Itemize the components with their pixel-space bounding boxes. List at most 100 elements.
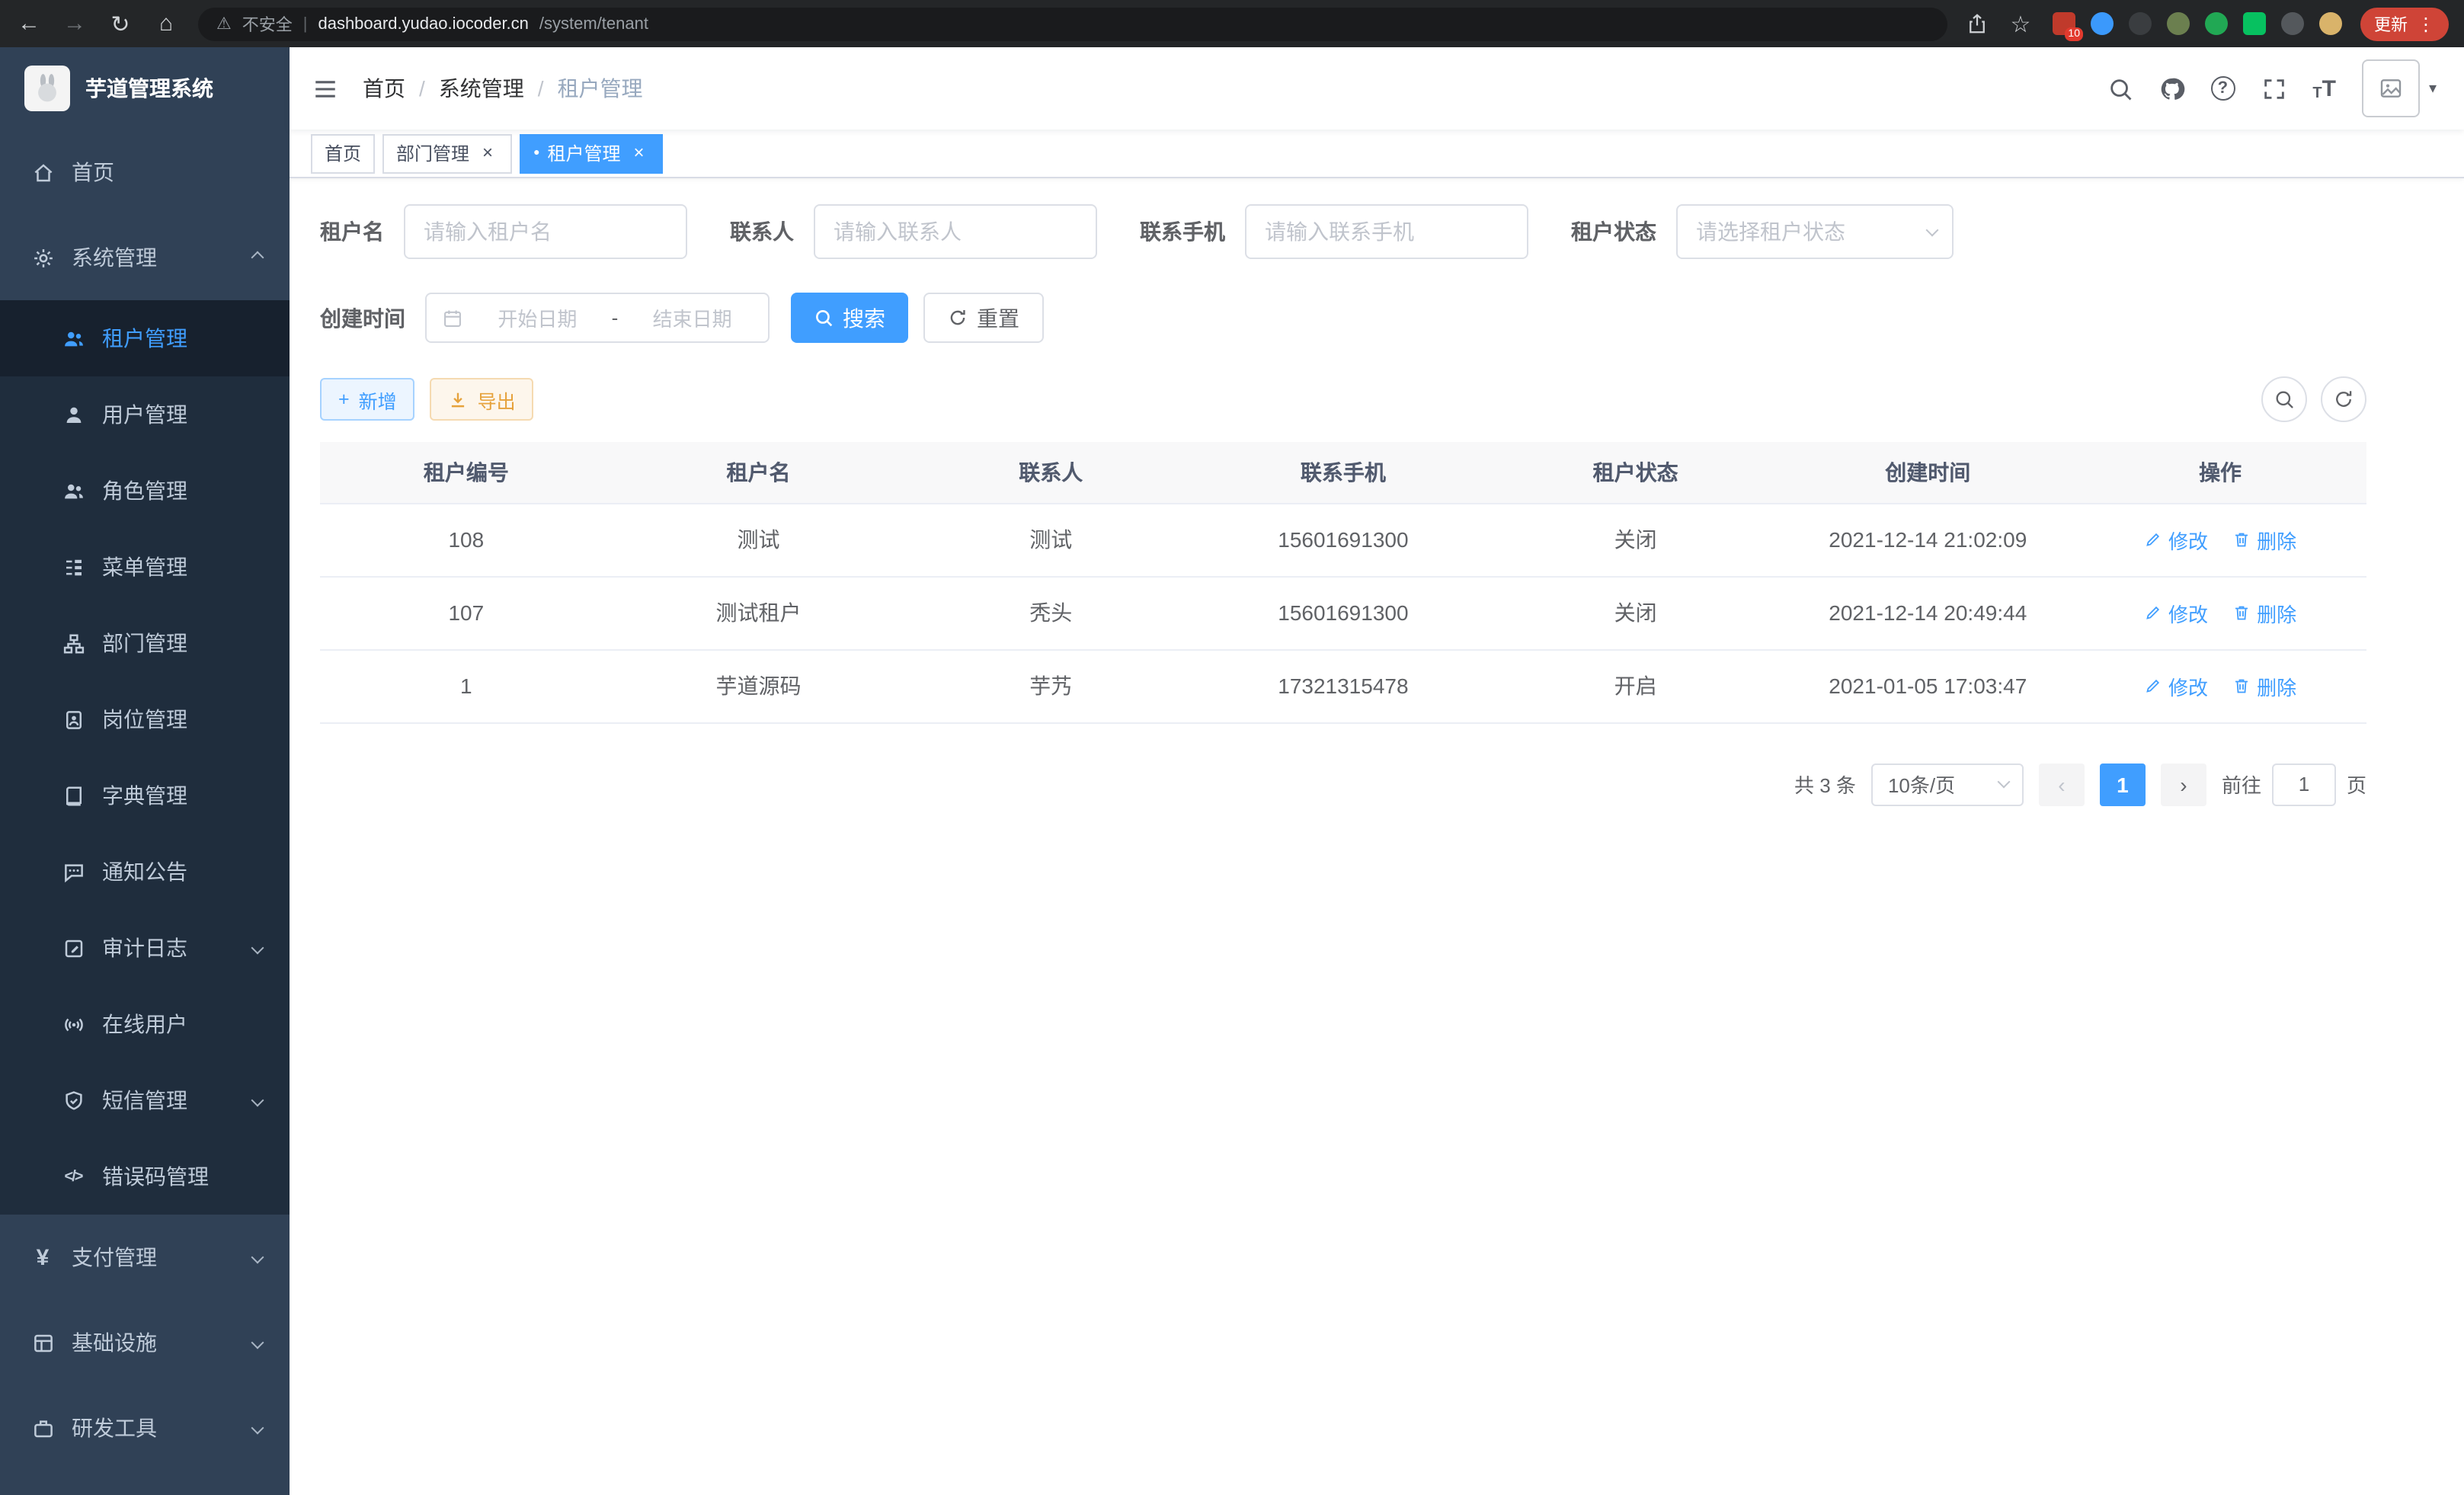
- page-size-select[interactable]: 10条/页: [1871, 763, 2024, 805]
- header-actions: ? TT ▾: [2107, 59, 2437, 117]
- contact-input[interactable]: [814, 204, 1097, 259]
- font-size-icon[interactable]: TT: [2312, 75, 2336, 101]
- user-menu[interactable]: ▾: [2362, 59, 2437, 117]
- github-icon[interactable]: [2158, 75, 2184, 101]
- edit-button[interactable]: 修改: [2144, 671, 2208, 700]
- app-logo[interactable]: 芋道管理系统: [0, 47, 290, 130]
- caret-down-icon: ▾: [2429, 80, 2437, 97]
- tab-home[interactable]: 首页: [311, 133, 375, 173]
- extension-icon-2[interactable]: [2091, 12, 2114, 35]
- profile-avatar[interactable]: [2319, 12, 2342, 35]
- sidebar-item-role-mgmt[interactable]: 角色管理: [0, 453, 290, 529]
- search-button[interactable]: 搜索: [791, 293, 908, 343]
- export-button[interactable]: 导出: [430, 378, 534, 421]
- add-button[interactable]: + 新增: [320, 378, 415, 421]
- edit-button[interactable]: 修改: [2144, 525, 2208, 554]
- sidebar-item-tenant-mgmt[interactable]: 租户管理: [0, 300, 290, 376]
- kebab-menu-icon[interactable]: ⋮: [2417, 13, 2435, 34]
- close-tab-icon[interactable]: ×: [477, 142, 498, 164]
- goto-page-input[interactable]: [2272, 763, 2336, 805]
- sidebar-item-sms-mgmt[interactable]: 短信管理: [0, 1062, 290, 1138]
- filter-form-row-1: 租户名 联系人 联系手机 租户状态 请选择租户状态: [320, 204, 2366, 259]
- sidebar-item-online-users[interactable]: 在线用户: [0, 986, 290, 1062]
- tools-icon: [30, 1416, 55, 1440]
- book-icon: [61, 783, 85, 808]
- fullscreen-icon[interactable]: [2261, 75, 2286, 101]
- rabbit-icon: [30, 72, 64, 105]
- forward-button[interactable]: →: [61, 11, 88, 37]
- delete-button[interactable]: 删除: [2232, 671, 2296, 700]
- status-select[interactable]: 请选择租户状态: [1676, 204, 1954, 259]
- toggle-search-button[interactable]: [2261, 376, 2307, 422]
- cell-status: 关闭: [1490, 503, 1782, 576]
- address-bar[interactable]: ⚠ 不安全 | dashboard.yudao.iocoder.cn/syste…: [198, 7, 1947, 40]
- tab-label: 部门管理: [396, 140, 469, 166]
- update-button[interactable]: 更新 ⋮: [2360, 7, 2449, 40]
- chevron-up-icon: [251, 251, 264, 264]
- sidebar-item-menu-mgmt[interactable]: 菜单管理: [0, 529, 290, 605]
- search-icon: [814, 308, 834, 328]
- search-button-label: 搜索: [843, 303, 885, 333]
- refresh-icon: [948, 308, 968, 328]
- sidebar-item-post-mgmt[interactable]: 岗位管理: [0, 681, 290, 757]
- reset-button[interactable]: 重置: [923, 293, 1044, 343]
- hamburger-icon[interactable]: [312, 75, 338, 101]
- download-icon: [449, 389, 469, 409]
- sidebar-item-system-mgmt[interactable]: 系统管理: [0, 215, 290, 300]
- back-button[interactable]: ←: [15, 11, 43, 37]
- prev-page-button[interactable]: ‹: [2039, 763, 2085, 805]
- security-label[interactable]: 不安全: [242, 11, 293, 36]
- date-range-input[interactable]: 开始日期 - 结束日期: [425, 293, 770, 343]
- end-date-placeholder[interactable]: 结束日期: [632, 303, 753, 332]
- header-search-icon[interactable]: [2107, 75, 2133, 101]
- extension-icon-6[interactable]: [2243, 12, 2266, 35]
- sidebar-item-dept-mgmt[interactable]: 部门管理: [0, 605, 290, 681]
- user-avatar[interactable]: [2362, 59, 2420, 117]
- tenant-name-input[interactable]: [404, 204, 687, 259]
- extensions-puzzle-icon[interactable]: [2281, 12, 2304, 35]
- sidebar-item-audit-log[interactable]: 审计日志: [0, 910, 290, 986]
- delete-button[interactable]: 删除: [2232, 598, 2296, 627]
- phone-label: 联系手机: [1140, 216, 1225, 247]
- sidebar-item-dev-tools[interactable]: 研发工具: [0, 1385, 290, 1471]
- page-1-button[interactable]: 1: [2100, 763, 2146, 805]
- tab-tenant-mgmt[interactable]: ● 租户管理 ×: [520, 133, 664, 173]
- help-icon[interactable]: ?: [2210, 76, 2235, 101]
- next-page-button[interactable]: ›: [2161, 763, 2206, 805]
- delete-button[interactable]: 删除: [2232, 525, 2296, 554]
- home-icon: [30, 160, 55, 184]
- home-button[interactable]: ⌂: [152, 11, 180, 37]
- extension-icon-1[interactable]: 10: [2053, 12, 2075, 35]
- sidebar-item-errcode-mgmt[interactable]: </> 错误码管理: [0, 1138, 290, 1215]
- reload-button[interactable]: ↻: [107, 10, 134, 37]
- share-icon[interactable]: [1966, 12, 1989, 35]
- tab-dept-mgmt[interactable]: 部门管理 ×: [382, 133, 512, 173]
- edit-icon: [2144, 677, 2162, 695]
- bookmark-star-icon[interactable]: ☆: [2007, 10, 2034, 37]
- refresh-icon: [2333, 389, 2354, 410]
- sidebar-item-user-mgmt[interactable]: 用户管理: [0, 376, 290, 453]
- sidebar-item-label: 租户管理: [102, 323, 187, 354]
- breadcrumb-item-system[interactable]: 系统管理: [439, 73, 524, 104]
- col-actions: 操作: [2074, 442, 2366, 503]
- phone-input[interactable]: [1245, 204, 1528, 259]
- cell-tenant-name: 测试租户: [613, 576, 905, 649]
- extension-icon-3[interactable]: [2129, 12, 2152, 35]
- sidebar-item-label: 角色管理: [102, 475, 187, 506]
- cell-phone: 17321315478: [1197, 649, 1490, 722]
- sidebar-item-dict-mgmt[interactable]: 字典管理: [0, 757, 290, 834]
- extension-icon-5[interactable]: [2205, 12, 2228, 35]
- sidebar-item-infrastructure[interactable]: 基础设施: [0, 1300, 290, 1385]
- col-tenant-name: 租户名: [613, 442, 905, 503]
- refresh-table-button[interactable]: [2321, 376, 2366, 422]
- add-button-label: 新增: [359, 385, 397, 414]
- sidebar-item-home[interactable]: 首页: [0, 130, 290, 215]
- close-tab-icon[interactable]: ×: [629, 142, 650, 164]
- start-date-placeholder[interactable]: 开始日期: [477, 303, 598, 332]
- extension-icon-4[interactable]: [2167, 12, 2190, 35]
- edit-button[interactable]: 修改: [2144, 598, 2208, 627]
- sidebar-item-payment-mgmt[interactable]: ¥ 支付管理: [0, 1215, 290, 1300]
- sidebar-item-notice[interactable]: 通知公告: [0, 834, 290, 910]
- page-content: 租户名 联系人 联系手机 租户状态 请选择租户状态: [290, 178, 2464, 1495]
- breadcrumb-item-home[interactable]: 首页: [363, 73, 405, 104]
